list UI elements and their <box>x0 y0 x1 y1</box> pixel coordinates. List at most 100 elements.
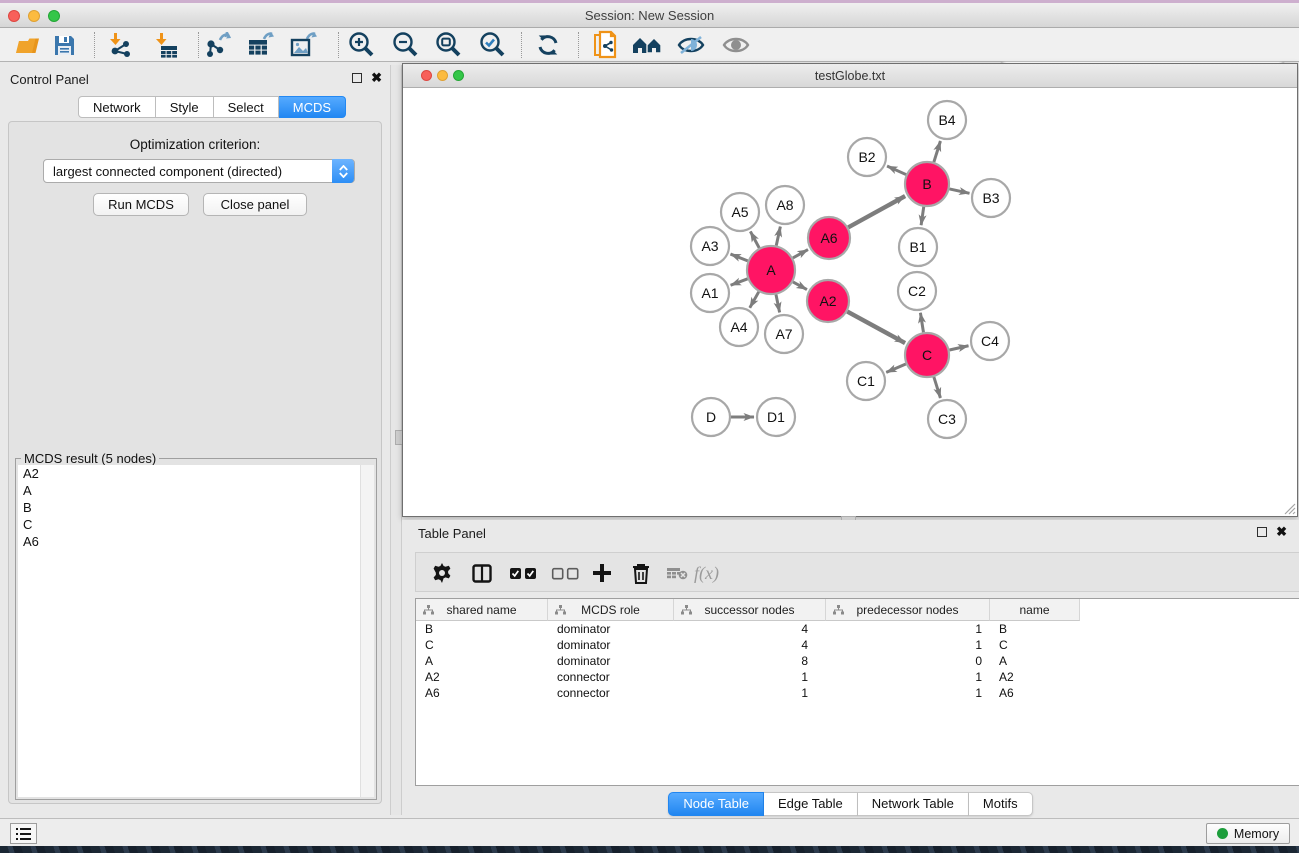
column-header-successor-nodes[interactable]: successor nodes <box>674 599 826 621</box>
column-header-shared-name[interactable]: shared name <box>416 599 548 621</box>
select-all-icon[interactable] <box>509 558 537 588</box>
show-eye-icon[interactable] <box>718 31 754 59</box>
add-column-icon[interactable] <box>592 558 612 588</box>
cell-shared-name[interactable]: A6 <box>416 685 548 701</box>
graph-node-D[interactable]: D <box>692 398 730 436</box>
memory-button[interactable]: Memory <box>1206 823 1290 844</box>
graph-edge-A-A3[interactable] <box>730 254 747 261</box>
cell-MCDS-role[interactable]: dominator <box>548 653 674 669</box>
export-image-icon[interactable] <box>286 31 322 59</box>
close-panel-button[interactable]: Close panel <box>203 193 307 216</box>
cell-MCDS-role[interactable]: connector <box>548 669 674 685</box>
graph-node-C4[interactable]: C4 <box>971 322 1009 360</box>
cell-successor-nodes[interactable]: 1 <box>674 669 826 685</box>
delete-table-icon[interactable] <box>666 558 688 588</box>
tab-select[interactable]: Select <box>214 96 279 118</box>
graph-node-C1[interactable]: C1 <box>847 362 885 400</box>
graph-edge-B-B4[interactable] <box>934 141 941 162</box>
tab-mcds[interactable]: MCDS <box>279 96 346 118</box>
trash-icon[interactable] <box>632 558 650 588</box>
graph-edge-C-C2[interactable] <box>920 313 923 333</box>
graph-edge-A2-C[interactable] <box>847 312 905 343</box>
graph-edge-A-A7[interactable] <box>776 294 780 312</box>
graph-node-A5[interactable]: A5 <box>721 193 759 231</box>
zoom-selected-icon[interactable] <box>474 31 510 59</box>
neighbors-icon[interactable] <box>630 31 666 59</box>
graph-edge-B-B3[interactable] <box>949 189 969 193</box>
graph-edge-A-A4[interactable] <box>750 292 759 308</box>
graph-edge-C-C1[interactable] <box>886 364 906 372</box>
graph-edge-A-A1[interactable] <box>731 279 748 285</box>
tab-motifs[interactable]: Motifs <box>969 792 1033 816</box>
column-header-MCDS-role[interactable]: MCDS role <box>548 599 674 621</box>
graph-node-B4[interactable]: B4 <box>928 101 966 139</box>
folder-open-icon[interactable] <box>10 31 46 59</box>
graph-node-A4[interactable]: A4 <box>720 308 758 346</box>
graph-node-A8[interactable]: A8 <box>766 186 804 224</box>
graph-edge-C-C4[interactable] <box>949 346 968 350</box>
close-panel-icon[interactable]: ✖ <box>1276 527 1287 537</box>
result-list-scrollbar[interactable] <box>360 465 374 797</box>
gear-icon[interactable] <box>432 558 452 588</box>
cell-successor-nodes[interactable]: 1 <box>674 685 826 701</box>
graph-edge-A-A5[interactable] <box>750 231 759 248</box>
zoom-out-icon[interactable] <box>387 31 423 59</box>
cell-name[interactable]: B <box>990 621 1080 637</box>
network-graph[interactable]: B4B2BB3A8A5A6B1A3AA1C2A2A4A7C4CC1C3DD1 <box>403 88 1297 516</box>
float-panel-icon[interactable] <box>1257 527 1267 537</box>
cell-shared-name[interactable]: B <box>416 621 548 637</box>
resize-grip-icon[interactable] <box>1282 501 1296 515</box>
table-row[interactable]: Adominator80A <box>416 653 1080 669</box>
graph-edge-B-B2[interactable] <box>887 166 906 175</box>
column-view-icon[interactable] <box>472 558 492 588</box>
refresh-icon[interactable] <box>530 31 566 59</box>
copy-network-icon[interactable] <box>588 31 624 59</box>
graph-node-B3[interactable]: B3 <box>972 179 1010 217</box>
cell-shared-name[interactable]: A2 <box>416 669 548 685</box>
graph-node-C[interactable]: C <box>905 333 949 377</box>
task-history-button[interactable] <box>10 823 37 844</box>
optimization-criterion-select[interactable]: largest connected component (directed) <box>43 159 355 183</box>
run-mcds-button[interactable]: Run MCDS <box>93 193 189 216</box>
graph-edge-C-C3[interactable] <box>934 377 941 398</box>
cell-shared-name[interactable]: A <box>416 653 548 669</box>
graph-edge-A6-B[interactable] <box>848 196 905 227</box>
cell-predecessor-nodes[interactable]: 1 <box>826 637 990 653</box>
zoom-in-icon[interactable] <box>343 31 379 59</box>
graph-edge-A-A8[interactable] <box>776 227 780 246</box>
tab-node-table[interactable]: Node Table <box>668 792 764 816</box>
table-row[interactable]: Bdominator41B <box>416 621 1080 637</box>
graph-node-B[interactable]: B <box>905 162 949 206</box>
cell-name[interactable]: C <box>990 637 1080 653</box>
function-builder-icon[interactable]: f(x) <box>694 558 719 588</box>
graph-node-A3[interactable]: A3 <box>691 227 729 265</box>
cell-MCDS-role[interactable]: connector <box>548 685 674 701</box>
graph-node-C2[interactable]: C2 <box>898 272 936 310</box>
float-panel-icon[interactable] <box>352 73 362 83</box>
graph-node-C3[interactable]: C3 <box>928 400 966 438</box>
tab-network[interactable]: Network <box>78 96 156 118</box>
save-icon[interactable] <box>46 31 82 59</box>
graph-edge-A-A6[interactable] <box>793 250 808 258</box>
cell-shared-name[interactable]: C <box>416 637 548 653</box>
cell-name[interactable]: A2 <box>990 669 1080 685</box>
node-table[interactable]: shared nameMCDS rolesuccessor nodesprede… <box>415 598 1299 786</box>
deselect-all-icon[interactable] <box>551 558 579 588</box>
table-row[interactable]: A2connector11A2 <box>416 669 1080 685</box>
column-header-predecessor-nodes[interactable]: predecessor nodes <box>826 599 990 621</box>
hide-eye-icon[interactable] <box>673 31 709 59</box>
cell-predecessor-nodes[interactable]: 0 <box>826 653 990 669</box>
graph-node-A[interactable]: A <box>747 246 795 294</box>
network-window-titlebar[interactable]: testGlobe.txt <box>403 64 1297 88</box>
cell-MCDS-role[interactable]: dominator <box>548 621 674 637</box>
result-list-item[interactable]: A <box>18 482 362 499</box>
graph-node-B1[interactable]: B1 <box>899 228 937 266</box>
cell-name[interactable]: A <box>990 653 1080 669</box>
close-panel-icon[interactable]: ✖ <box>371 73 382 83</box>
zoom-fit-icon[interactable] <box>430 31 466 59</box>
graph-node-A7[interactable]: A7 <box>765 315 803 353</box>
tab-network-table[interactable]: Network Table <box>858 792 969 816</box>
cell-name[interactable]: A6 <box>990 685 1080 701</box>
graph-edge-A-A2[interactable] <box>793 282 807 290</box>
graph-edge-B-B1[interactable] <box>921 207 924 225</box>
